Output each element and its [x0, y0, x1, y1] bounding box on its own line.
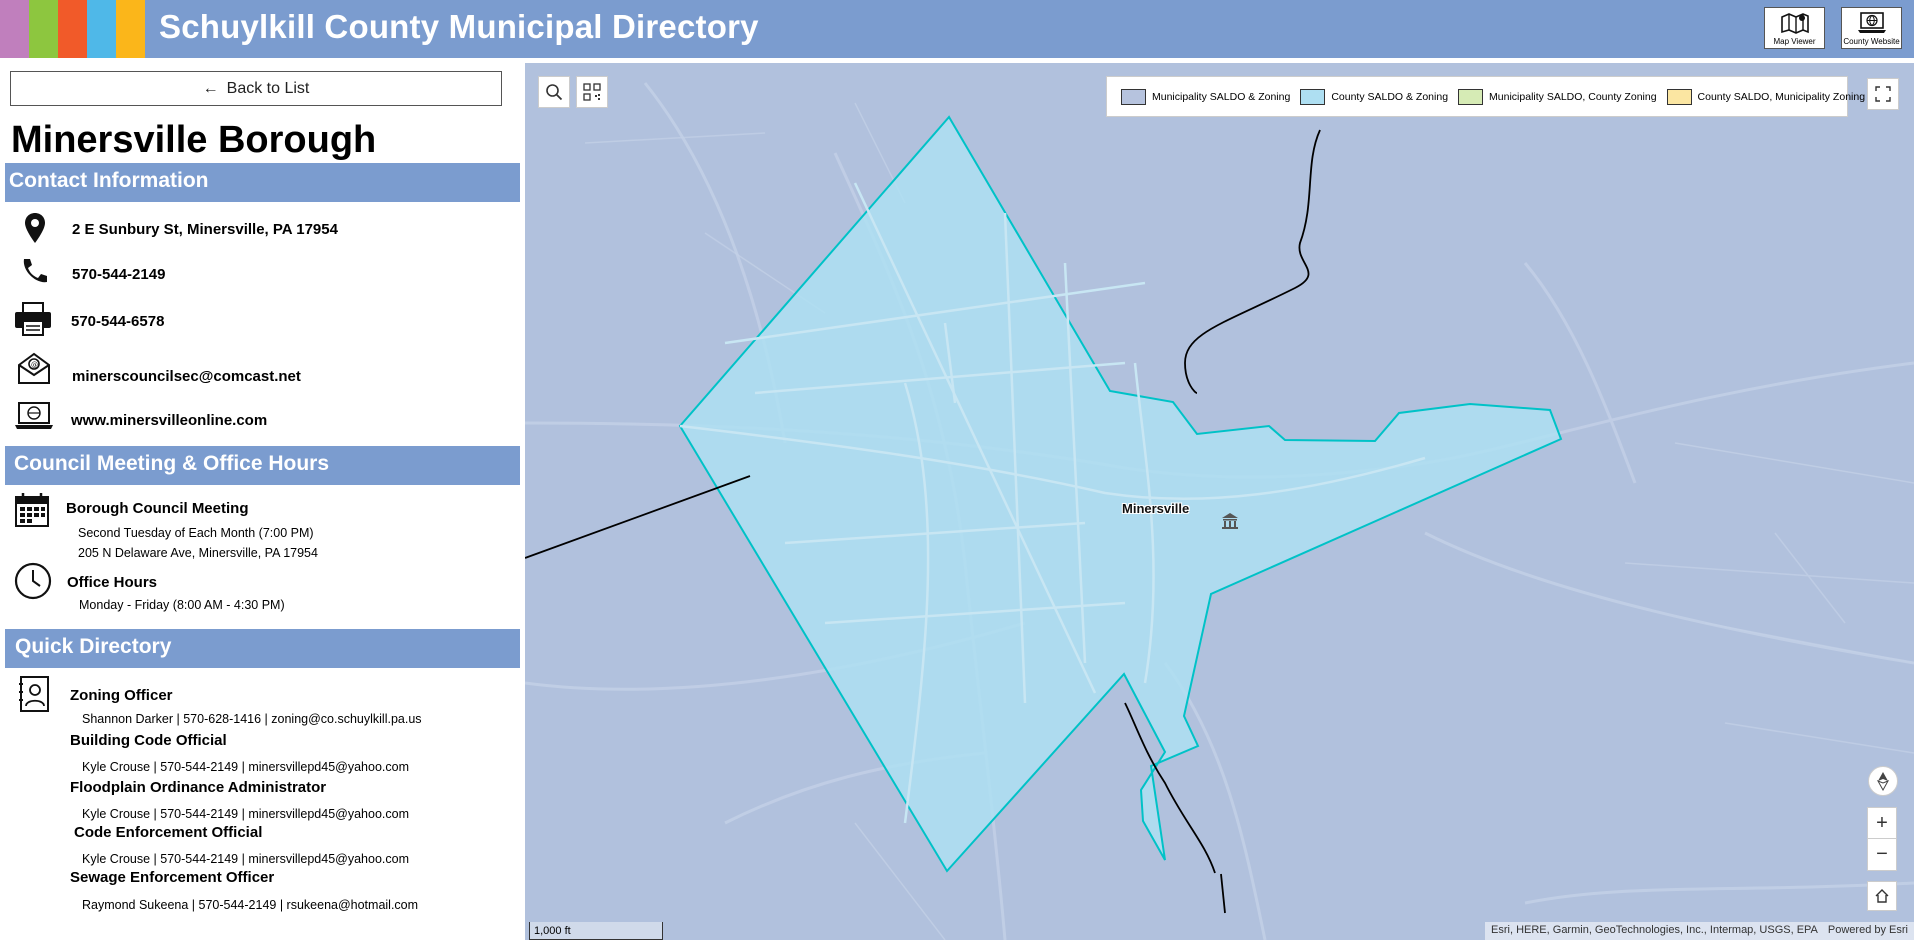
- legend-label: County SALDO, Municipality Zoning: [1697, 90, 1866, 103]
- legend-item: County SALDO & Zoning: [1300, 88, 1449, 105]
- directory-role: Code Enforcement Official: [74, 824, 263, 841]
- municipality-name: Minersville Borough: [11, 119, 377, 161]
- directory-details: Raymond Sukeena | 570-544-2149 | rsukeen…: [82, 898, 419, 912]
- directory-role: Building Code Official: [70, 732, 227, 749]
- map-canvas: [525, 82, 1914, 940]
- map-view[interactable]: Municipality SALDO & Zoning County SALDO…: [525, 63, 1914, 940]
- printer-icon: [12, 300, 54, 338]
- search-icon: [546, 84, 563, 101]
- location-pin-icon: [22, 211, 48, 245]
- laptop-globe-icon: [13, 401, 55, 431]
- legend-label: County SALDO & Zoning: [1331, 90, 1449, 103]
- map-viewer-button[interactable]: Map Viewer: [1764, 7, 1825, 49]
- directory-role: Zoning Officer: [70, 687, 173, 704]
- directory-details: Kyle Crouse | 570-544-2149 | minersville…: [82, 807, 409, 821]
- clock-icon: [13, 561, 53, 601]
- compass-button[interactable]: [1868, 766, 1898, 796]
- legend-swatch: [1300, 88, 1326, 105]
- fullscreen-icon: [1875, 86, 1891, 102]
- county-website-button[interactable]: County Website: [1841, 7, 1902, 49]
- directory-details: Kyle Crouse | 570-544-2149 | minersville…: [82, 852, 409, 866]
- email-link[interactable]: minerscouncilsec@comcast.net: [72, 368, 301, 385]
- legend-swatch: [1666, 88, 1692, 105]
- detail-panel: ← Back to List Minersville Borough Conta…: [0, 63, 525, 940]
- directory-heading: Quick Directory: [5, 629, 520, 668]
- attribution-text: Esri, HERE, Garmin, GeoTechnologies, Inc…: [1491, 924, 1818, 936]
- directory-role: Sewage Enforcement Officer: [70, 869, 275, 886]
- stripe-yellow: [116, 0, 145, 58]
- fax-text: 570-544-6578: [71, 313, 165, 330]
- zoom-in-button[interactable]: +: [1868, 808, 1896, 839]
- phone-icon: [18, 255, 50, 287]
- meeting-heading: Council Meeting & Office Hours: [5, 446, 520, 485]
- legend-item: County SALDO, Municipality Zoning: [1666, 88, 1866, 105]
- stripe-blue: [87, 0, 116, 58]
- color-stripes: [0, 0, 145, 58]
- meeting-location: 205 N Delaware Ave, Minersville, PA 1795…: [78, 546, 318, 560]
- laptop-globe-icon: [1857, 11, 1886, 33]
- office-hours-text: Monday - Friday (8:00 AM - 4:30 PM): [79, 598, 285, 612]
- map-search-button[interactable]: [538, 76, 570, 108]
- legend-label: Municipality SALDO & Zoning: [1152, 90, 1291, 103]
- website-link[interactable]: www.minersvilleonline.com: [71, 412, 267, 429]
- scale-bar: 1,000 ft: [529, 922, 663, 940]
- legend-item: Municipality SALDO & Zoning: [1121, 88, 1291, 105]
- contact-card-icon: [17, 675, 51, 713]
- zoom-controls: + −: [1867, 807, 1897, 871]
- office-hours-title: Office Hours: [67, 574, 158, 591]
- legend-item: Municipality SALDO, County Zoning: [1458, 88, 1657, 105]
- map-legend: Municipality SALDO & Zoning County SALDO…: [1106, 76, 1865, 117]
- legend-swatch: [1121, 88, 1146, 105]
- map-icon: [1780, 12, 1809, 34]
- meeting-title: Borough Council Meeting: [66, 500, 249, 517]
- legend-swatch: [1458, 88, 1484, 105]
- address-text: 2 E Sunbury St, Minersville, PA 17954: [72, 221, 338, 238]
- arrow-left-icon: ←: [202, 79, 219, 97]
- svg-text:@: @: [31, 361, 38, 369]
- email-icon: @: [16, 350, 52, 386]
- government-building-icon: [1220, 511, 1240, 536]
- app-title: Schuylkill County Municipal Directory: [159, 8, 759, 45]
- map-viewer-label: Map Viewer: [1773, 36, 1816, 46]
- phone-text[interactable]: 570-544-2149: [72, 266, 165, 283]
- zoom-out-button[interactable]: −: [1868, 839, 1896, 870]
- place-label-minersville: Minersville: [1122, 501, 1190, 516]
- compass-icon: [1876, 772, 1890, 791]
- meeting-schedule: Second Tuesday of Each Month (7:00 PM): [78, 526, 314, 540]
- stripe-orange: [58, 0, 87, 58]
- contact-heading: Contact Information: [5, 163, 520, 202]
- qr-code-button[interactable]: [576, 76, 608, 108]
- directory-role: Floodplain Ordinance Administrator: [70, 779, 327, 796]
- directory-details: Shannon Darker | 570-628-1416 | zoning@c…: [82, 712, 422, 726]
- legend-label: Municipality SALDO, County Zoning: [1489, 90, 1657, 103]
- map-attribution: Esri, HERE, Garmin, GeoTechnologies, Inc…: [1485, 922, 1914, 940]
- directory-details: Kyle Crouse | 570-544-2149 | minersville…: [82, 760, 409, 774]
- fullscreen-button[interactable]: [1867, 78, 1899, 110]
- app-header: Schuylkill County Municipal Directory Ma…: [0, 0, 1914, 58]
- qr-code-icon: [583, 83, 601, 101]
- stripe-purple: [0, 0, 29, 58]
- back-to-list-button[interactable]: ← Back to List: [10, 71, 502, 106]
- home-button[interactable]: [1867, 881, 1897, 911]
- stripe-green: [29, 0, 58, 58]
- powered-by-esri[interactable]: Powered by Esri: [1828, 924, 1908, 938]
- calendar-icon: [13, 491, 51, 529]
- back-label: Back to List: [226, 79, 310, 97]
- county-website-label: County Website: [1843, 36, 1900, 46]
- home-icon: [1875, 889, 1889, 903]
